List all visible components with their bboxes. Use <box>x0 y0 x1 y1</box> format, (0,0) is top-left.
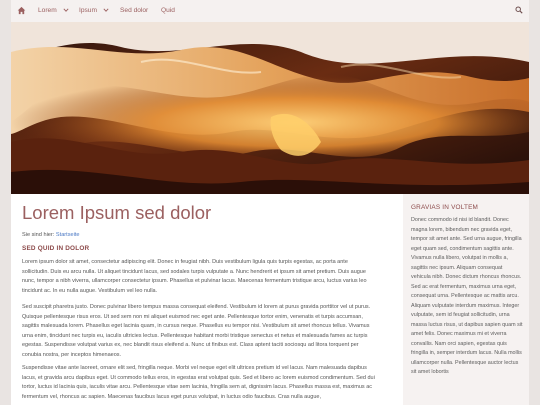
nav-item-lorem[interactable]: Lorem <box>38 0 69 22</box>
paragraph: Suspendisse vitae ante laoreet, ornare e… <box>22 365 375 400</box>
nav-item-quid[interactable]: Quid <box>161 0 175 22</box>
nav-item-label: Quid <box>161 7 175 14</box>
nav-item-label: Lorem <box>38 7 57 14</box>
chevron-down-icon <box>103 8 109 13</box>
search-icon[interactable] <box>515 6 523 14</box>
top-navbar: Lorem Ipsum Sed dolor Quid <box>11 0 529 23</box>
page-title: Lorem Ipsum sed dolor <box>22 202 212 223</box>
home-icon[interactable] <box>17 6 26 15</box>
main-content: Lorem Ipsum sed dolor Sie sind hier: Sta… <box>11 194 403 405</box>
sidebar-text: Donec commodo id nisi id blandit. Donec … <box>411 217 523 375</box>
nav-item-sed-dolor[interactable]: Sed dolor <box>120 0 148 22</box>
nav-item-ipsum[interactable]: Ipsum <box>79 0 109 22</box>
breadcrumb-link-home[interactable]: Startseite <box>56 232 80 238</box>
page-frame: Lorem Ipsum Sed dolor Quid Lorem Ipsum s… <box>11 0 529 405</box>
nav-item-label: Ipsum <box>79 7 97 14</box>
paragraph: Sed suscipit pharetra justo. Donec pulvi… <box>22 304 371 358</box>
canyon-photo <box>11 22 529 194</box>
breadcrumb: Sie sind hier: Startseite <box>22 232 80 238</box>
hero-image <box>11 22 529 194</box>
sidebar-heading: GRAVIAS IN VOLTEM <box>411 204 479 211</box>
sidebar: GRAVIAS IN VOLTEM Donec commodo id nisi … <box>403 194 529 405</box>
chevron-down-icon <box>63 8 69 13</box>
paragraph: Lorem ipsum dolor sit amet, consectetur … <box>22 259 367 294</box>
nav-item-label: Sed dolor <box>120 7 149 14</box>
breadcrumb-prefix: Sie sind hier: <box>22 232 55 238</box>
section-heading: SED QUID IN DOLOR <box>22 245 90 252</box>
